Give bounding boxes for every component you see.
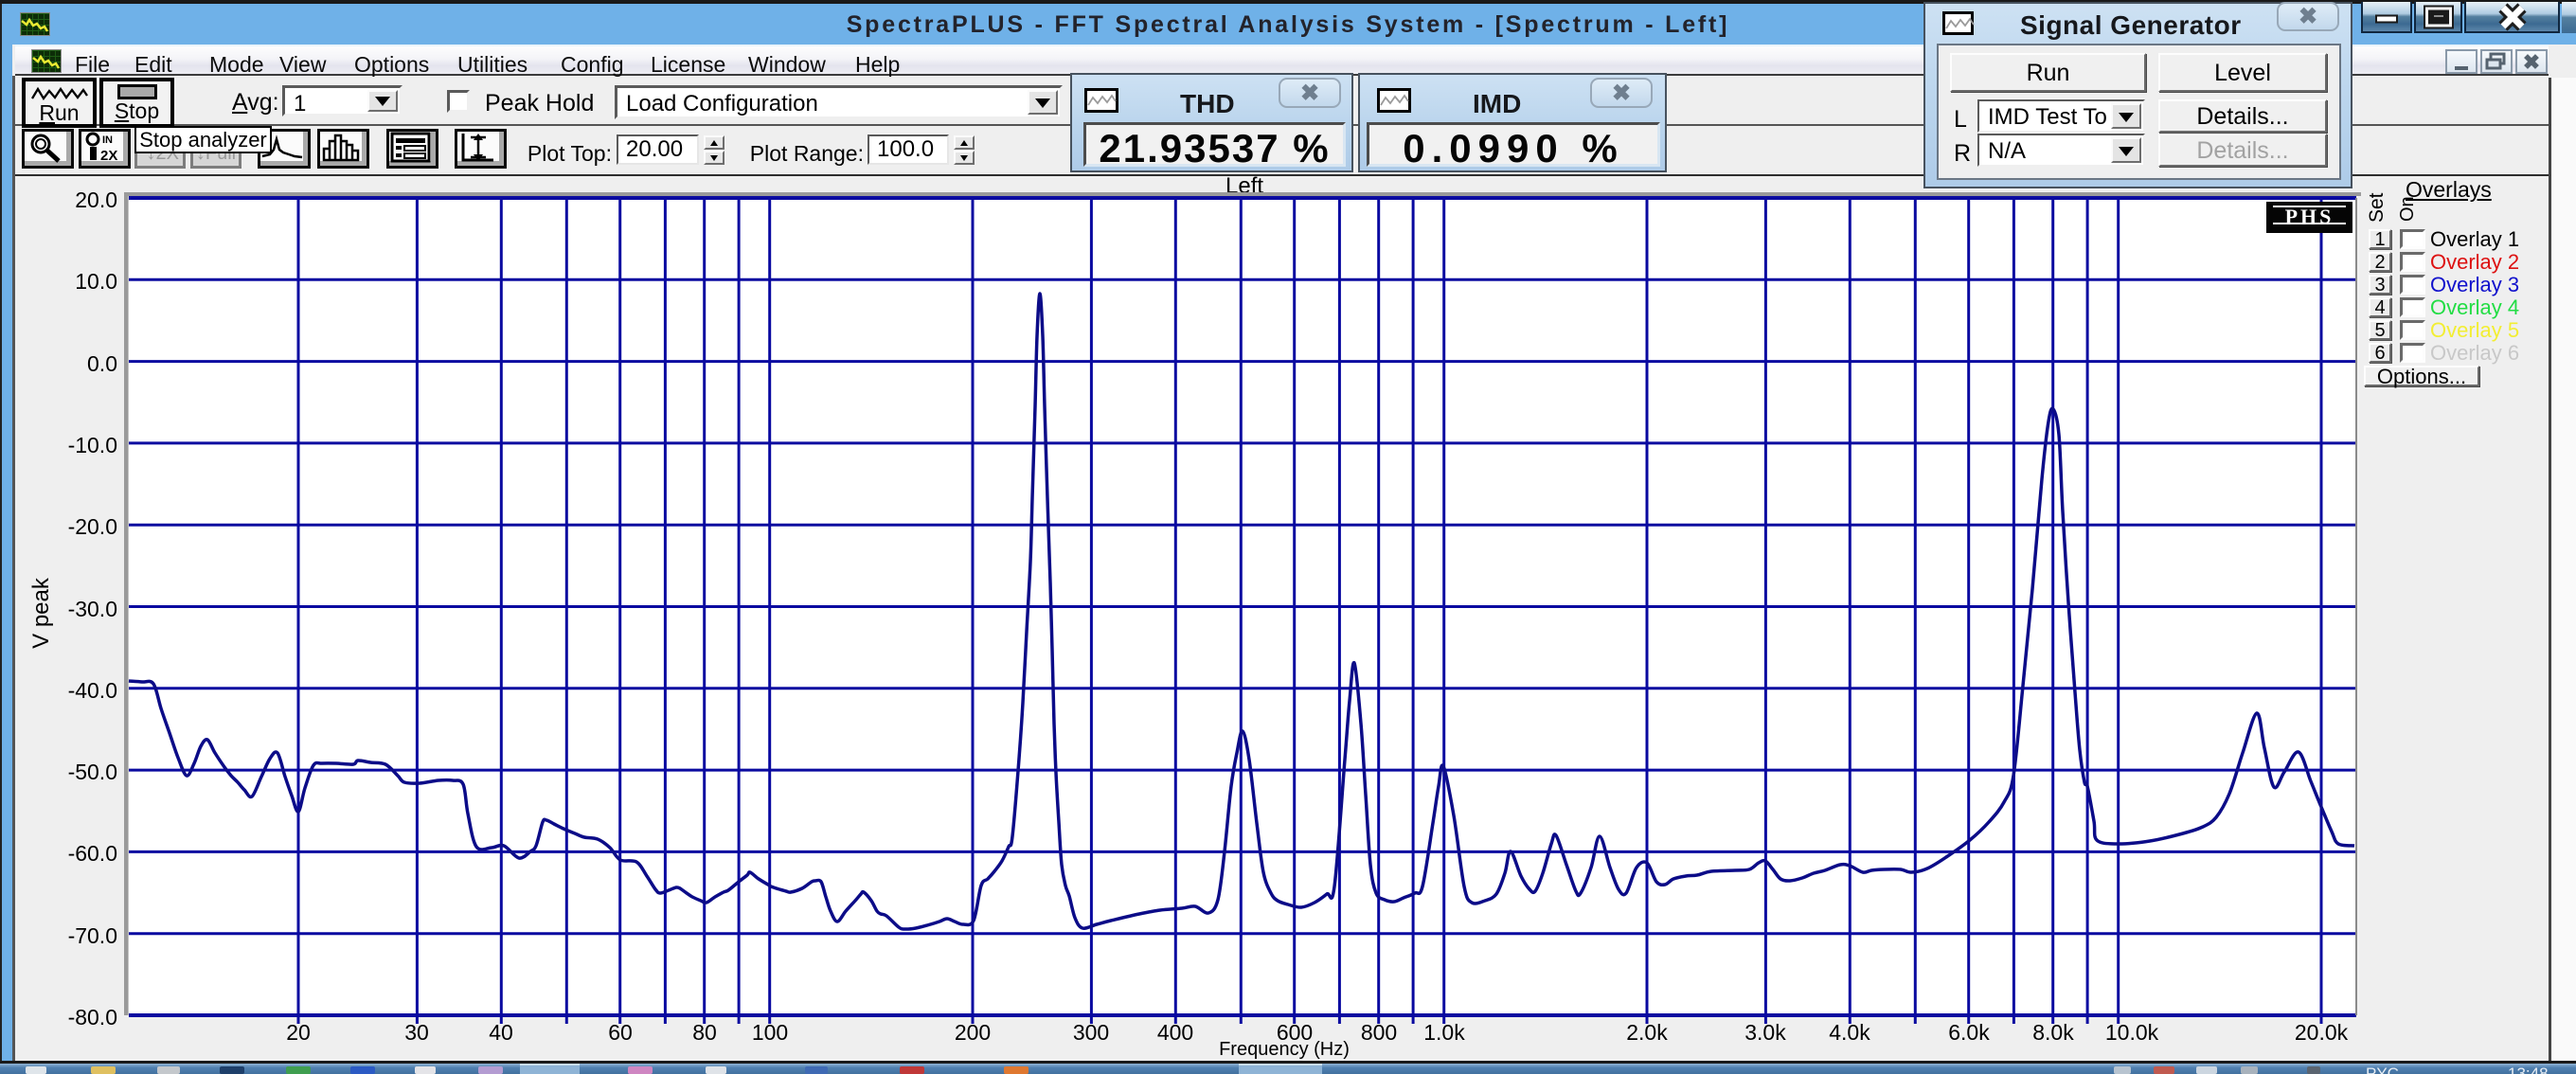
svg-text:2X: 2X [100,148,117,164]
svg-text:IN: IN [102,134,113,146]
